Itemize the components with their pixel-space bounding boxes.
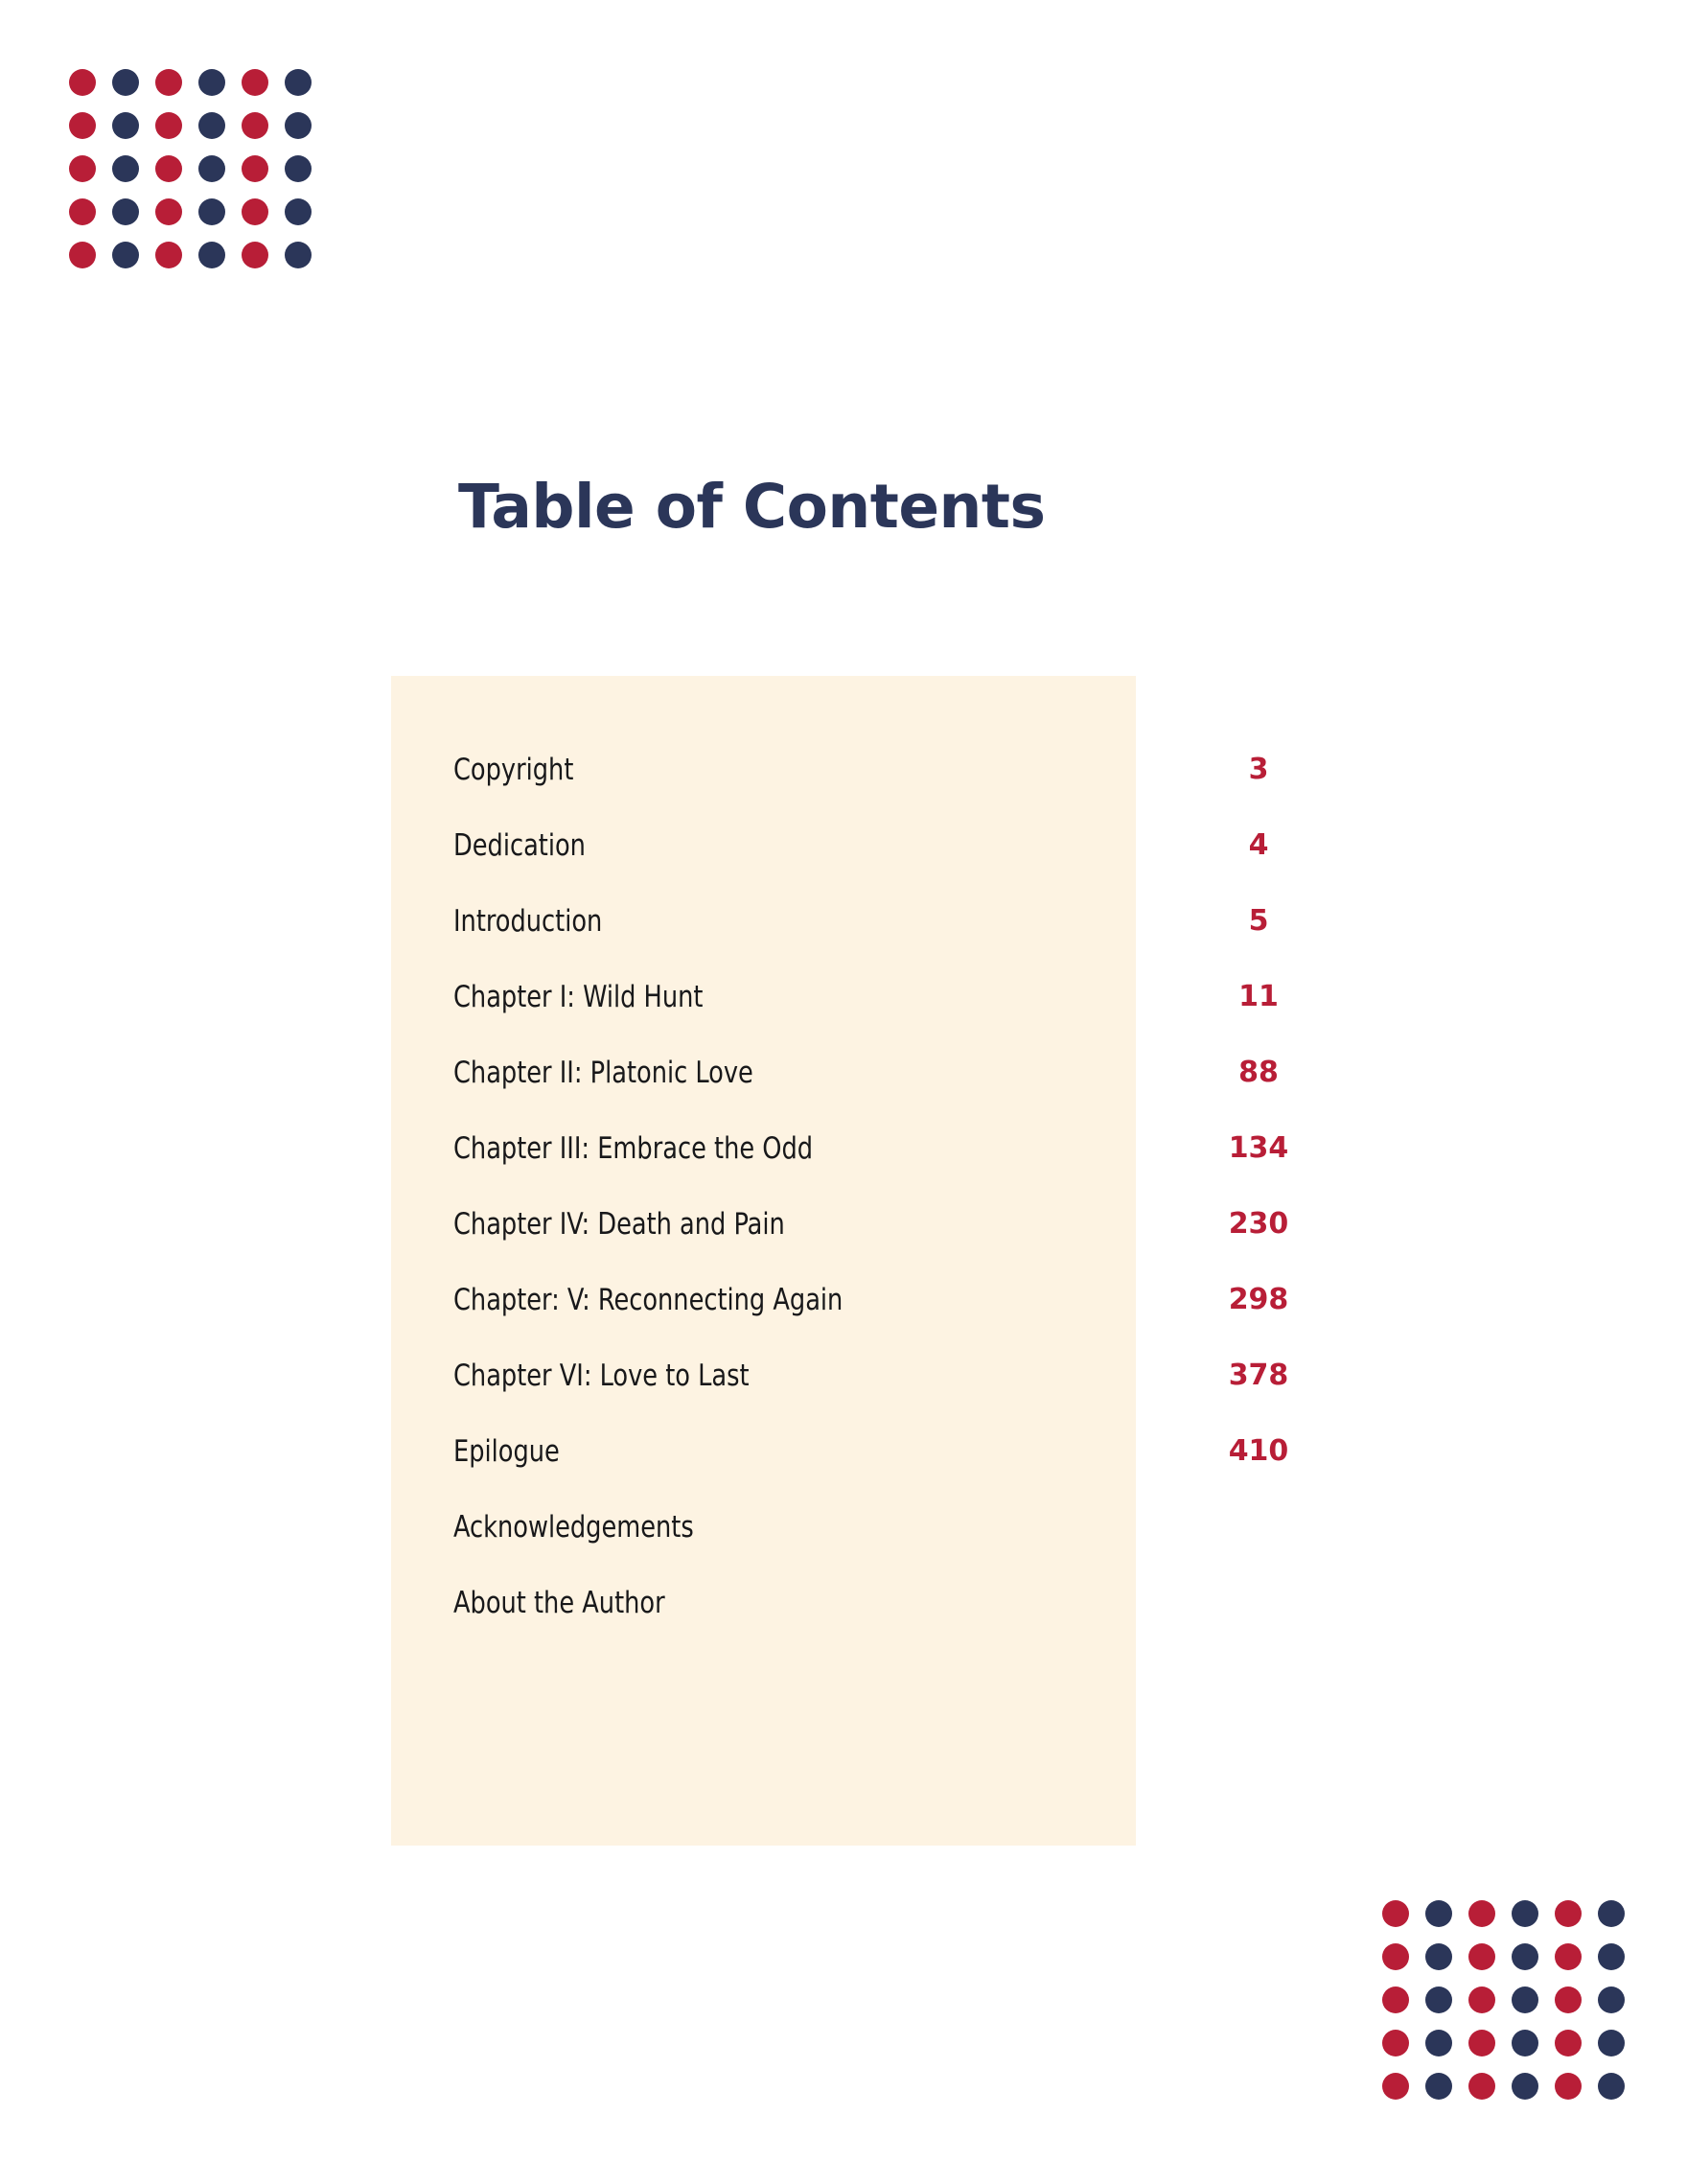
toc-entry-label: Acknowledgements [453, 1509, 694, 1545]
decorative-dot [285, 155, 312, 182]
toc-entry[interactable]: Epilogue 410 [391, 1413, 1304, 1489]
decorative-dot [112, 242, 139, 268]
decorative-dot [1382, 1900, 1409, 1927]
decorative-dot [1598, 1987, 1625, 2013]
decorative-dot [1468, 2030, 1495, 2056]
decorative-dot [1598, 1900, 1625, 1927]
decorative-dot [1425, 2030, 1452, 2056]
decorative-dot [69, 69, 96, 96]
decorative-dot [155, 198, 182, 225]
decorative-dot [112, 112, 139, 139]
decorative-dot [1512, 1987, 1538, 2013]
decorative-dot [242, 242, 268, 268]
toc-entry-page-number: 410 [1228, 1434, 1289, 1468]
decorative-dot [69, 198, 96, 225]
toc-entry[interactable]: Chapter IV: Death and Pain 230 [391, 1186, 1304, 1262]
decorative-dot [1555, 1943, 1582, 1970]
toc-entry-page-number: 4 [1248, 828, 1269, 862]
decorative-dot-grid-bottom-right [1382, 1900, 1641, 2116]
decorative-dot [1555, 2073, 1582, 2100]
decorative-dot [1512, 1943, 1538, 1970]
decorative-dot [1382, 1987, 1409, 2013]
decorative-dot [1555, 1987, 1582, 2013]
toc-entry-label: Copyright [453, 752, 574, 787]
decorative-dot [1425, 1900, 1452, 1927]
decorative-dot [242, 155, 268, 182]
decorative-dot [285, 198, 312, 225]
decorative-dot [1555, 1900, 1582, 1927]
decorative-dot [242, 198, 268, 225]
decorative-dot [1468, 1987, 1495, 2013]
decorative-dot [1425, 2073, 1452, 2100]
toc-entry-label: About the Author [453, 1585, 665, 1620]
toc-entry-label: Chapter I: Wild Hunt [453, 979, 704, 1014]
decorative-dot [155, 242, 182, 268]
decorative-dot [1598, 2030, 1625, 2056]
toc-entry[interactable]: Chapter I: Wild Hunt 11 [391, 959, 1304, 1034]
toc-entry[interactable]: Copyright 3 [391, 732, 1304, 807]
toc-entry-label: Introduction [453, 903, 603, 939]
decorative-dot [69, 155, 96, 182]
toc-page: Table of Contents Copyright 3 Dedication 4 I… [0, 0, 1687, 2184]
toc-entry-page-number: 378 [1228, 1359, 1289, 1392]
decorative-dot [242, 69, 268, 96]
decorative-dot [198, 198, 225, 225]
decorative-dot [69, 242, 96, 268]
decorative-dot [285, 112, 312, 139]
decorative-dot [285, 69, 312, 96]
decorative-dot [155, 112, 182, 139]
toc-entry-page-number: 88 [1238, 1056, 1279, 1089]
toc-entry[interactable]: Dedication 4 [391, 807, 1304, 883]
toc-entry-list: Copyright 3 Dedication 4 Introduction 5 Chapte… [391, 676, 1304, 1640]
toc-entry-page-number: 11 [1238, 980, 1279, 1013]
decorative-dot [1468, 1900, 1495, 1927]
decorative-dot [1382, 2030, 1409, 2056]
decorative-dot [242, 112, 268, 139]
toc-entry[interactable]: About the Author [391, 1565, 1304, 1640]
decorative-dot [198, 112, 225, 139]
decorative-dot [285, 242, 312, 268]
decorative-dot [1468, 2073, 1495, 2100]
toc-entry[interactable]: Chapter II: Platonic Love 88 [391, 1034, 1304, 1110]
toc-entry-page-number: 5 [1248, 904, 1269, 938]
decorative-dot [198, 155, 225, 182]
decorative-dot [155, 155, 182, 182]
toc-entry-label: Chapter III: Embrace the Odd [453, 1130, 814, 1166]
toc-entry-label: Chapter II: Platonic Love [453, 1055, 753, 1090]
decorative-dot [1598, 2073, 1625, 2100]
toc-entry[interactable]: Introduction 5 [391, 883, 1304, 959]
decorative-dot [1512, 2030, 1538, 2056]
toc-entry[interactable]: Chapter: V: Reconnecting Again 298 [391, 1262, 1304, 1337]
toc-entry[interactable]: Chapter III: Embrace the Odd 134 [391, 1110, 1304, 1186]
decorative-dot [1425, 1943, 1452, 1970]
decorative-dot [1382, 1943, 1409, 1970]
toc-entry[interactable]: Acknowledgements [391, 1489, 1304, 1565]
page-title: Table of Contents [458, 472, 1046, 542]
decorative-dot [1425, 1987, 1452, 2013]
toc-entry-label: Chapter VI: Love to Last [453, 1358, 750, 1393]
toc-entry-page-number: 134 [1228, 1131, 1289, 1165]
toc-entry[interactable]: Chapter VI: Love to Last 378 [391, 1337, 1304, 1413]
toc-entry-label: Chapter IV: Death and Pain [453, 1206, 785, 1242]
decorative-dot [69, 112, 96, 139]
decorative-dot [155, 69, 182, 96]
decorative-dot [198, 69, 225, 96]
decorative-dot [198, 242, 225, 268]
decorative-dot [112, 198, 139, 225]
toc-entry-page-number: 230 [1228, 1207, 1289, 1241]
decorative-dot-grid-top-left [69, 69, 328, 285]
toc-entry-label: Chapter: V: Reconnecting Again [453, 1282, 844, 1317]
decorative-dot [1555, 2030, 1582, 2056]
toc-entry-label: Epilogue [453, 1433, 560, 1469]
decorative-dot [1468, 1943, 1495, 1970]
decorative-dot [112, 69, 139, 96]
decorative-dot [1512, 2073, 1538, 2100]
decorative-dot [1512, 1900, 1538, 1927]
toc-entry-page-number: 298 [1228, 1283, 1289, 1316]
decorative-dot [112, 155, 139, 182]
decorative-dot [1598, 1943, 1625, 1970]
decorative-dot [1382, 2073, 1409, 2100]
toc-entry-page-number: 3 [1248, 753, 1269, 786]
toc-entry-label: Dedication [453, 827, 586, 863]
